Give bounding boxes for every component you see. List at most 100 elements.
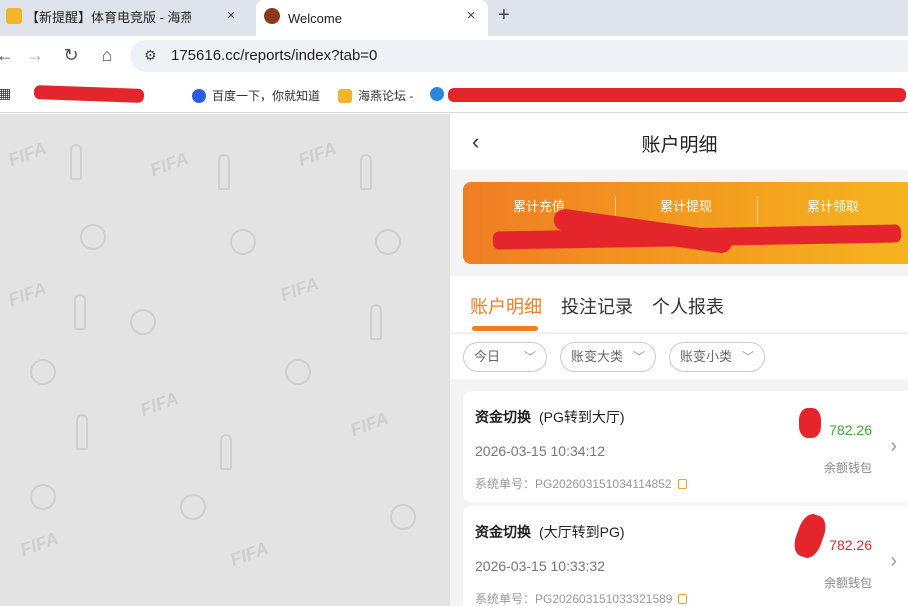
football-icon <box>390 504 416 530</box>
football-icon <box>30 484 56 510</box>
football-icon <box>80 224 106 250</box>
chevron-down-icon: ﹀ <box>741 350 754 364</box>
forum-favicon-icon <box>338 88 352 103</box>
filter-subcategory[interactable]: 账变小类 ﹀ <box>669 342 765 372</box>
trophy-icon <box>74 294 86 330</box>
bookmark-label: 百度一下，你就知道 <box>212 89 321 103</box>
forum-favicon-icon <box>6 8 22 24</box>
record-type: 资金切换 <box>475 409 531 425</box>
page-title: 账户明细 <box>641 135 718 156</box>
list-item[interactable]: 资金切换 (大厅转到PG) 2026-03-15 10:33:32 系统单号：PG… <box>463 506 908 606</box>
trophy-icon <box>218 154 230 190</box>
address-bar-row: ← → ↻ ⌂ ⚙ 175616.cc/reports/index?tab=0 <box>0 36 908 76</box>
tab-title: 【新提醒】体育电竞版 - 海燕筹 <box>26 9 191 25</box>
football-icon <box>230 229 256 255</box>
filter-category[interactable]: 账变大类 ﹀ <box>560 342 656 372</box>
fifa-watermark: FIFA <box>227 537 272 571</box>
trophy-icon <box>360 154 372 190</box>
back-arrow-icon[interactable]: ← <box>0 45 16 66</box>
football-icon <box>180 494 206 520</box>
redaction-mark <box>799 408 821 438</box>
trophy-icon <box>76 414 88 450</box>
url-text[interactable]: 175616.cc/reports/index?tab=0 <box>171 47 377 64</box>
fifa-watermark: FIFA <box>5 277 50 311</box>
bookmark-label: 海燕论坛 - <box>358 89 414 103</box>
football-icon <box>30 359 56 385</box>
bookmark-globe-icon[interactable] <box>430 87 444 101</box>
bookmarks-bar: ▦ 百度一下，你就知道 海燕论坛 - <box>0 76 908 113</box>
record-type: 资金切换 <box>475 524 531 540</box>
omnibox[interactable]: ⚙ 175616.cc/reports/index?tab=0 <box>130 40 908 72</box>
apps-grid-icon[interactable]: ▦ <box>0 85 11 102</box>
browser-tab-welcome[interactable]: Welcome × <box>256 0 488 36</box>
filter-label: 今日 <box>474 349 501 364</box>
bookmark-baidu[interactable]: 百度一下，你就知道 <box>192 87 320 104</box>
record-time: 2026-03-15 10:34:12 <box>475 443 605 459</box>
record-order: 系统单号：PG202603151034114852 <box>475 475 687 492</box>
fifa-watermark: FIFA <box>277 272 322 306</box>
record-detail: (大厅转到PG) <box>539 524 625 540</box>
fifa-watermark: FIFA <box>347 407 392 441</box>
tab-personal-report[interactable]: 个人报表 <box>652 293 724 319</box>
redaction-mark <box>33 85 145 103</box>
record-amount: 782.26 <box>829 537 872 553</box>
home-icon[interactable]: ⌂ <box>96 45 118 66</box>
chevron-down-icon: ﹀ <box>632 350 645 364</box>
copy-icon[interactable] <box>677 479 687 489</box>
filter-bar: 今日 ﹀ 账变大类 ﹀ 账变小类 ﹀ <box>450 333 908 379</box>
filter-label: 账变大类 <box>571 349 624 364</box>
fifa-watermark: FIFA <box>295 137 340 171</box>
summary-label: 累计领取 <box>806 199 859 214</box>
fifa-watermark: FIFA <box>17 527 62 561</box>
filter-label: 账变小类 <box>680 349 733 364</box>
record-wallet: 余额钱包 <box>823 461 872 475</box>
record-order-number: 系统单号：PG202603151034114852 <box>475 477 672 491</box>
record-title: 资金切换 (大厅转到PG) <box>475 522 625 542</box>
tab-title: Welcome <box>288 10 342 26</box>
redaction-mark <box>790 510 830 562</box>
detail-tabs: 账户明细 投注记录 个人报表 <box>450 276 908 332</box>
fifa-watermark: FIFA <box>137 387 182 421</box>
list-item[interactable]: 资金切换 (PG转到大厅) 2026-03-15 10:34:12 系统单号：PG… <box>463 391 908 502</box>
close-icon[interactable]: × <box>462 7 480 24</box>
copy-icon[interactable] <box>678 594 688 604</box>
reload-icon[interactable]: ↻ <box>60 45 82 66</box>
fifa-pattern-background: FIFA FIFA FIFA FIFA FIFA FIFA FIFA FIFA … <box>0 114 449 606</box>
record-order-number: 系统单号：PG202603151033321589 <box>475 592 673 606</box>
tab-bet-records[interactable]: 投注记录 <box>561 293 633 319</box>
summary-card: 累计充值 累计提现 累计领取 <box>463 182 908 264</box>
bookmark-haiyan[interactable]: 海燕论坛 - <box>338 87 413 104</box>
site-info-icon[interactable]: ⚙ <box>144 47 157 64</box>
record-amount: 782.26 <box>829 422 872 438</box>
trophy-icon <box>370 304 382 340</box>
record-title: 资金切换 (PG转到大厅) <box>475 407 625 427</box>
browser-tab-forum[interactable]: 【新提醒】体育电竞版 - 海燕筹 × <box>0 0 248 32</box>
redaction-mark <box>448 88 906 102</box>
tab-account-details[interactable]: 账户明细 <box>470 293 542 319</box>
chevron-right-icon[interactable]: › <box>890 550 897 573</box>
close-icon[interactable]: × <box>222 7 240 24</box>
record-time: 2026-03-15 10:33:32 <box>475 558 605 574</box>
new-tab-button[interactable]: + <box>498 4 510 27</box>
football-icon <box>375 229 401 255</box>
record-wallet: 余额钱包 <box>823 576 872 590</box>
summary-total-claimed: 累计领取 <box>757 182 908 264</box>
summary-label: 累计提现 <box>659 199 712 214</box>
chevron-down-icon: ﹀ <box>523 350 536 364</box>
welcome-favicon-icon <box>264 8 280 24</box>
football-icon <box>285 359 311 385</box>
trophy-icon <box>220 434 232 470</box>
filter-date[interactable]: 今日 ﹀ <box>463 342 547 372</box>
football-icon <box>130 309 156 335</box>
chevron-right-icon[interactable]: › <box>890 435 897 458</box>
account-details-app: ‹ 账户明细 累计充值 累计提现 累计领取 账户明细 投注记录 个人报表 今日 … <box>449 114 908 606</box>
active-tab-indicator <box>472 326 538 331</box>
record-order: 系统单号：PG202603151033321589 <box>475 590 688 606</box>
trophy-icon <box>70 144 82 180</box>
fifa-watermark: FIFA <box>147 147 192 181</box>
browser-tab-bar: 【新提醒】体育电竞版 - 海燕筹 × Welcome × + <box>0 0 908 36</box>
record-detail: (PG转到大厅) <box>539 409 625 425</box>
forward-arrow-icon[interactable]: → <box>24 45 46 66</box>
baidu-paw-icon <box>192 88 206 103</box>
app-header: ‹ 账户明细 <box>450 114 908 170</box>
